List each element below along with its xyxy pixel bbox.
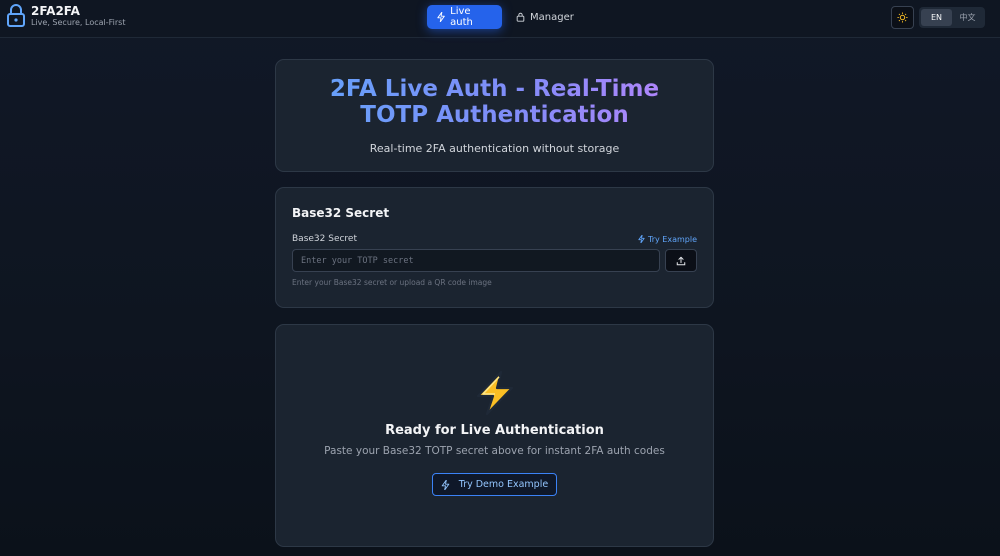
try-demo-label: Try Demo Example — [458, 479, 549, 490]
secret-input[interactable] — [292, 249, 660, 272]
lang-en-button[interactable]: EN — [921, 9, 952, 26]
upload-qr-button[interactable] — [665, 249, 697, 272]
lock-icon — [516, 12, 525, 22]
sun-icon — [897, 12, 908, 23]
theme-toggle-button[interactable] — [891, 6, 914, 29]
zap-icon — [441, 479, 450, 490]
brand-title: 2FA2FA — [31, 4, 80, 18]
lightning-emoji-icon — [476, 371, 513, 415]
tab-manager[interactable]: Manager — [506, 5, 584, 29]
ready-card: Ready for Live Authentication Paste your… — [275, 324, 714, 547]
try-example-label: Try Example — [648, 234, 697, 244]
secret-field-label: Base32 Secret — [292, 234, 357, 244]
tab-live-auth-label: Live auth — [450, 6, 473, 28]
page-title: 2FA Live Auth - Real-Time TOTP Authentic… — [276, 76, 713, 128]
language-switch: EN 中文 — [919, 7, 985, 28]
upload-icon — [676, 256, 686, 265]
lock-icon — [7, 4, 25, 27]
try-example-link[interactable]: Try Example — [638, 235, 697, 244]
tab-manager-label: Manager — [530, 11, 574, 23]
secret-hint: Enter your Base32 secret or upload a QR … — [292, 278, 492, 287]
try-demo-button[interactable]: Try Demo Example — [432, 473, 557, 496]
tab-live-auth[interactable]: Live auth — [427, 5, 502, 29]
page-subtitle: Real-time 2FA authentication without sto… — [369, 142, 620, 155]
secret-card-title: Base32 Secret — [292, 206, 390, 220]
brand[interactable]: 2FA2FA Live, Secure, Local-First — [6, 4, 125, 28]
ready-title: Ready for Live Authentication — [385, 423, 604, 438]
hero-card: 2FA Live Auth - Real-Time TOTP Authentic… — [275, 59, 714, 172]
secret-card: Base32 Secret Base32 Secret Try Example … — [275, 187, 714, 308]
ready-subtitle: Paste your Base32 TOTP secret above for … — [324, 445, 665, 457]
lang-zh-button[interactable]: 中文 — [952, 9, 983, 26]
zap-icon — [437, 12, 445, 22]
top-bar: 2FA2FA Live, Secure, Local-First Live au… — [0, 0, 1000, 38]
main-nav: Live auth Manager — [427, 5, 584, 29]
sparkle-icon — [638, 235, 645, 243]
brand-subtitle: Live, Secure, Local-First — [31, 18, 126, 27]
